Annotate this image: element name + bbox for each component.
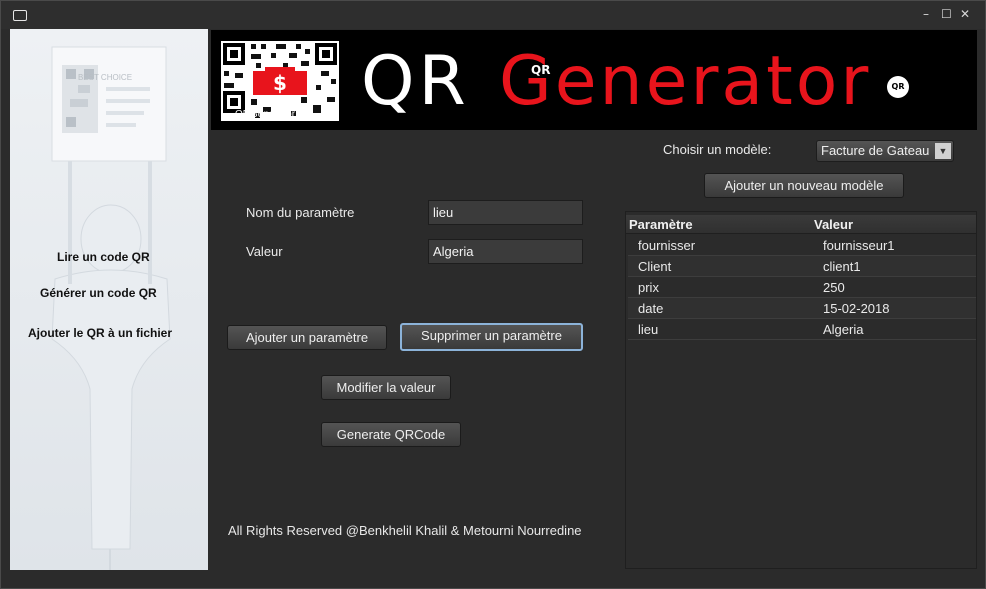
table-row[interactable]: Client client1 — [628, 256, 976, 277]
brand-generator-text: Generator — [499, 42, 872, 121]
cell-parameter: prix — [638, 280, 659, 295]
model-label: Choisir un modèle: — [663, 142, 772, 157]
sidebar-item-generate-qr[interactable]: Générer un code QR — [40, 286, 157, 300]
header-banner: $ QRGenerator QR QR Generator QR — [211, 30, 977, 130]
parameters-table[interactable]: Paramètre Valeur fournisser fournisseur1… — [625, 211, 977, 569]
param-name-label: Nom du paramètre — [246, 205, 355, 220]
add-parameter-button[interactable]: Ajouter un paramètre — [227, 325, 387, 350]
brand-qr-text: QR — [361, 42, 470, 121]
maximize-button[interactable]: ☐ — [941, 7, 952, 21]
generate-qrcode-button[interactable]: Generate QRCode — [321, 422, 461, 447]
close-button[interactable]: ✕ — [960, 7, 970, 21]
table-row[interactable]: fournisser fournisseur1 — [628, 235, 976, 256]
cell-value: 250 — [823, 280, 845, 295]
logo-caption: QRGenerator — [235, 109, 296, 120]
sidebar-item-add-qr-to-file[interactable]: Ajouter le QR à un fichier — [28, 326, 172, 340]
app-window: – ☐ ✕ BEST CHOICE Lire un code QR Génére… — [0, 0, 986, 589]
add-model-button[interactable]: Ajouter un nouveau modèle — [704, 173, 904, 198]
minimize-button[interactable]: – — [923, 7, 929, 21]
svg-text:$: $ — [273, 71, 287, 95]
table-row[interactable]: prix 250 — [628, 277, 976, 298]
cell-value: Algeria — [823, 322, 864, 337]
table-row[interactable]: date 15-02-2018 — [628, 298, 976, 319]
model-select[interactable]: Facture de Gateau ▼ — [816, 140, 954, 162]
value-input[interactable]: Algeria — [428, 239, 583, 264]
cell-parameter: Client — [638, 259, 672, 274]
cell-parameter: date — [638, 301, 664, 316]
table-header: Paramètre Valeur — [626, 215, 976, 234]
column-header-parameter[interactable]: Paramètre — [629, 217, 693, 232]
chevron-down-icon[interactable]: ▼ — [935, 143, 951, 159]
value-label: Valeur — [246, 244, 283, 259]
cell-parameter: lieu — [638, 322, 659, 337]
footer-copyright: All Rights Reserved @Benkhelil Khalil & … — [228, 523, 582, 538]
column-header-value[interactable]: Valeur — [814, 217, 853, 232]
cell-value: fournisseur1 — [823, 238, 895, 253]
cell-value: 15-02-2018 — [823, 301, 890, 316]
remove-parameter-button[interactable]: Supprimer un paramètre — [400, 323, 583, 351]
table-row[interactable]: lieu Algeria — [628, 319, 976, 340]
title-bar: – ☐ ✕ — [1, 1, 985, 29]
model-select-value: Facture de Gateau — [821, 143, 930, 158]
sidebar-item-read-qr[interactable]: Lire un code QR — [57, 250, 150, 264]
param-name-input[interactable]: lieu — [428, 200, 583, 225]
brand-badge: QR — [887, 76, 909, 98]
modify-value-button[interactable]: Modifier la valeur — [321, 375, 451, 400]
window-icon — [13, 10, 27, 21]
sidebar-panel: BEST CHOICE Lire un code QR Générer un c… — [10, 29, 208, 570]
cell-parameter: fournisser — [638, 238, 696, 253]
poster-text: BEST CHOICE — [77, 73, 133, 82]
cell-value: client1 — [823, 259, 861, 274]
